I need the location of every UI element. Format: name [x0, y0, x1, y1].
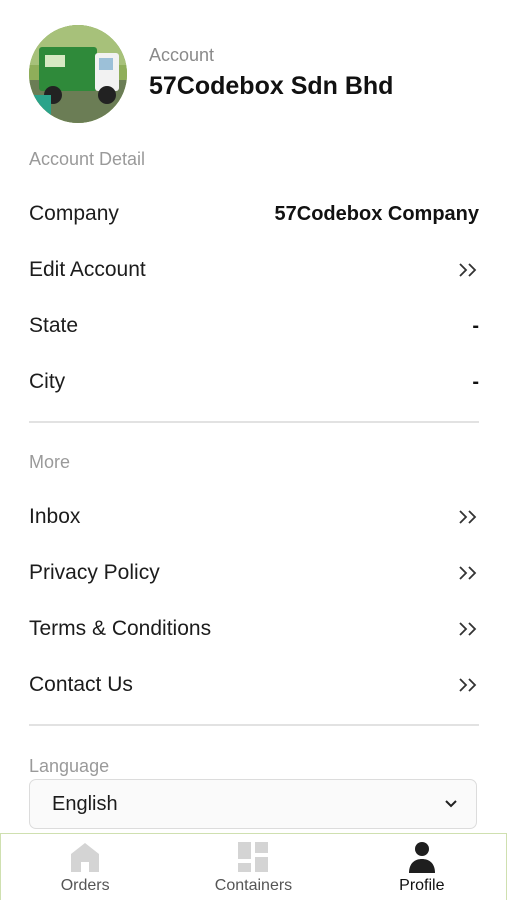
- double-chevron-right-icon: [459, 510, 477, 524]
- edit-account-row[interactable]: Edit Account: [29, 250, 479, 290]
- divider: [29, 421, 479, 423]
- city-row: City -: [29, 362, 479, 402]
- nav-profile-label: Profile: [399, 877, 445, 894]
- section-title-language: Language: [29, 756, 110, 776]
- company-value: 57Codebox Company: [274, 202, 479, 225]
- nav-orders-label: Orders: [60, 877, 110, 894]
- nav-containers-label: Containers: [214, 877, 293, 894]
- chevron-down-icon: [445, 800, 457, 808]
- grid-icon: [238, 842, 269, 872]
- person-icon: [408, 842, 435, 873]
- state-value: -: [472, 314, 479, 337]
- company-row: Company 57Codebox Company: [29, 194, 479, 234]
- contact-us-row[interactable]: Contact Us: [29, 665, 479, 705]
- double-chevron-right-icon: [459, 566, 477, 580]
- city-label: City: [29, 370, 66, 393]
- section-title-account-detail: Account Detail: [29, 149, 146, 169]
- inbox-row[interactable]: Inbox: [29, 497, 479, 537]
- state-row: State -: [29, 306, 479, 346]
- inbox-label: Inbox: [29, 505, 81, 528]
- double-chevron-right-icon: [459, 622, 477, 636]
- terms-conditions-label: Terms & Conditions: [29, 617, 212, 640]
- section-title-more: More: [29, 452, 71, 472]
- language-selected-value: English: [52, 792, 118, 815]
- bottom-nav: Orders Containers Profile: [0, 833, 507, 900]
- company-label: Company: [29, 202, 119, 225]
- avatar[interactable]: [29, 25, 127, 123]
- nav-orders[interactable]: Orders: [1, 834, 169, 900]
- privacy-policy-row[interactable]: Privacy Policy: [29, 553, 479, 593]
- city-value: -: [472, 370, 479, 393]
- account-name: 57Codebox Sdn Bhd: [149, 72, 394, 100]
- account-label: Account: [149, 45, 215, 65]
- profile-header: Account 57Codebox Sdn Bhd: [0, 0, 507, 140]
- home-icon: [71, 843, 100, 872]
- double-chevron-right-icon: [459, 678, 477, 692]
- state-label: State: [29, 314, 79, 337]
- language-select[interactable]: English: [29, 779, 477, 829]
- divider: [29, 724, 479, 726]
- privacy-policy-label: Privacy Policy: [29, 561, 160, 584]
- nav-containers[interactable]: Containers: [169, 834, 337, 900]
- nav-profile[interactable]: Profile: [338, 834, 506, 900]
- terms-conditions-row[interactable]: Terms & Conditions: [29, 609, 479, 649]
- truck-image: [29, 25, 127, 123]
- contact-us-label: Contact Us: [29, 673, 133, 696]
- edit-account-label: Edit Account: [29, 258, 146, 281]
- double-chevron-right-icon: [459, 263, 477, 277]
